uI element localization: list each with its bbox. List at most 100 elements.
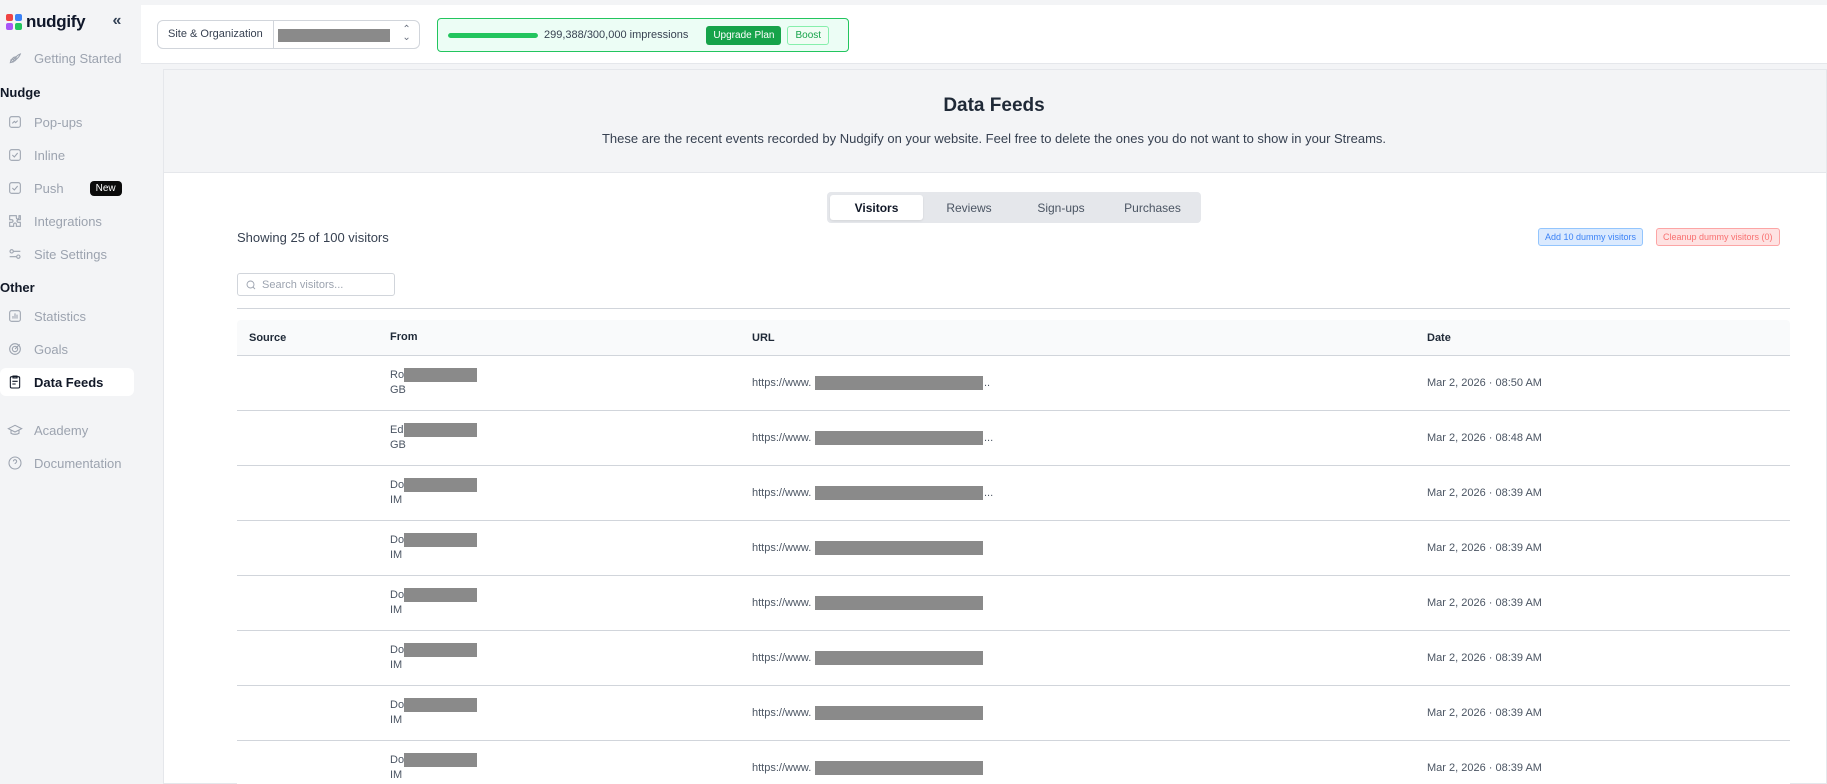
table-header: Source From URL Date [237,320,1790,356]
sidebar-item-push[interactable]: Push New [0,174,134,202]
redacted-block [815,706,983,720]
add-dummy-visitors-button[interactable]: Add 10 dummy visitors [1538,228,1644,246]
table-row[interactable]: Do IM https://www. Mar 2, 2026 · 08:39 AM [237,521,1790,576]
page-subtitle: These are the recent events recorded by … [601,131,1387,146]
feed-tabs: Visitors Reviews Sign-ups Purchases [827,192,1201,223]
page-title: Data Feeds [943,95,1045,116]
table-row[interactable]: Do IM https://www. Mar 2, 2026 · 08:39 AM [237,576,1790,631]
cell-from: Do IM [390,478,752,508]
cell-url: https://www. [752,596,1427,610]
visitor-name: Ed [390,423,480,438]
table-row[interactable]: Do IM https://www. Mar 2, 2026 · 08:39 AM [237,631,1790,686]
sidebar-item-documentation[interactable]: Documentation [0,449,134,477]
visitor-url[interactable]: https://www. [752,596,1427,610]
visitor-url[interactable]: https://www. [752,706,1427,720]
visitor-country: IM [390,659,403,671]
visitor-name: Do [390,753,480,768]
sidebar-item-getting-started[interactable]: Getting Started [0,44,134,72]
url-prefix: https://www. [752,377,812,389]
table-row[interactable]: Ro GB https://www... Mar 2, 2026 · 08:50 AM [237,356,1790,411]
redacted-block [815,651,983,665]
visitor-name-prefix: Do [390,644,405,656]
redacted-block [404,478,477,492]
visitor-url[interactable]: https://www. [752,541,1427,555]
cleanup-dummy-visitors-button[interactable]: Cleanup dummy visitors (0) [1656,228,1780,246]
url-ellipsis: .. [984,377,991,389]
upgrade-plan-button[interactable]: Upgrade Plan [706,25,782,45]
sidebar-item-goals[interactable]: Goals [0,335,134,363]
visitor-country: IM [390,714,403,726]
tab-visitors[interactable]: Visitors [830,195,923,220]
collapse-sidebar-button[interactable]: « [107,12,127,32]
visitor-url[interactable]: https://www... [752,376,1427,390]
bar-chart-icon [6,307,24,325]
url-prefix: https://www. [752,707,812,719]
header-url: URL [752,331,775,344]
visitor-country: GB [390,384,406,396]
graduation-cap-icon [6,421,24,439]
sidebar-item-label: Statistics [34,308,87,324]
redacted-block [404,368,477,382]
sidebar-item-popups[interactable]: Pop-ups [0,108,134,136]
visitor-name-prefix: Do [390,699,405,711]
search-box[interactable] [237,273,395,296]
redacted-block [815,376,983,390]
cell-date: Mar 2, 2026 · 08:39 AM [1427,487,1542,499]
visitor-country: IM [390,549,403,561]
sidebar-item-statistics[interactable]: Statistics [0,302,134,330]
impressions-text: 299,388/300,000 impressions [544,29,689,41]
sliders-icon [6,245,24,263]
divider [237,308,1790,309]
cell-url: https://www.... [752,431,1427,445]
impressions-progress-fill [448,32,538,38]
search-input[interactable] [262,278,392,291]
showing-count: Showing 25 of 100 visitors [237,230,389,245]
cell-date: Mar 2, 2026 · 08:50 AM [1427,377,1542,389]
site-organization-select[interactable]: Site & Organization ⌃ ⌄ [157,20,420,49]
header-from: From [390,331,418,343]
visitor-url[interactable]: https://www. [752,651,1427,665]
impressions-banner: 299,388/300,000 impressions Upgrade Plan… [437,18,849,52]
sidebar-item-label: Integrations [34,213,102,229]
visitors-table: Source From URL Date Ro GB https://www... M… [237,320,1790,784]
nudgify-logo[interactable]: nudgify [6,12,86,32]
table-row[interactable]: Do IM https://www.... Mar 2, 2026 · 08:39 A… [237,466,1790,521]
cell-date: Mar 2, 2026 · 08:39 AM [1427,597,1542,609]
sidebar-item-label: Inline [34,147,66,163]
cell-url: https://www.... [752,486,1427,500]
new-badge: New [89,180,122,196]
table-row[interactable]: Do IM https://www. Mar 2, 2026 · 08:39 AM [237,686,1790,741]
visitor-country: GB [390,439,406,451]
cell-url: https://www. [752,651,1427,665]
org-select-value[interactable]: ⌃ ⌄ [274,21,419,48]
logo-mark-icon [6,14,22,30]
cell-date: Mar 2, 2026 · 08:39 AM [1427,542,1542,554]
tab-sign-ups[interactable]: Sign-ups [1015,195,1107,220]
visitor-url[interactable]: https://www.... [752,486,1427,500]
tab-reviews[interactable]: Reviews [923,195,1015,220]
visitor-name-prefix: Ro [390,369,405,381]
visitor-name: Do [390,643,480,658]
table-row[interactable]: Ed GB https://www.... Mar 2, 2026 · 08:48 A… [237,411,1790,466]
visitor-name: Do [390,478,480,493]
sidebar-item-inline[interactable]: Inline [0,141,134,169]
sidebar-item-label: Academy [34,422,89,438]
table-row[interactable]: Do IM https://www. Mar 2, 2026 · 08:39 AM [237,741,1790,784]
url-prefix: https://www. [752,597,812,609]
sidebar-item-integrations[interactable]: Integrations [0,207,134,235]
sidebar-item-academy[interactable]: Academy [0,416,134,444]
url-prefix: https://www. [752,652,812,664]
section-title-other: Other [0,280,35,295]
visitor-name-prefix: Ed [390,424,404,436]
redacted-block [815,761,983,775]
sidebar-item-data-feeds[interactable]: Data Feeds [0,368,134,396]
sidebar-item-label: Getting Started [34,50,122,66]
boost-button[interactable]: Boost [787,25,830,45]
visitor-url[interactable]: https://www. [752,761,1427,775]
clipboard-icon [6,373,24,391]
chevron-updown-icon: ⌃ ⌄ [402,24,411,43]
tab-purchases[interactable]: Purchases [1107,195,1198,220]
visitor-url[interactable]: https://www.... [752,431,1427,445]
sidebar-item-site-settings[interactable]: Site Settings [0,240,134,268]
redacted-block [404,533,477,547]
